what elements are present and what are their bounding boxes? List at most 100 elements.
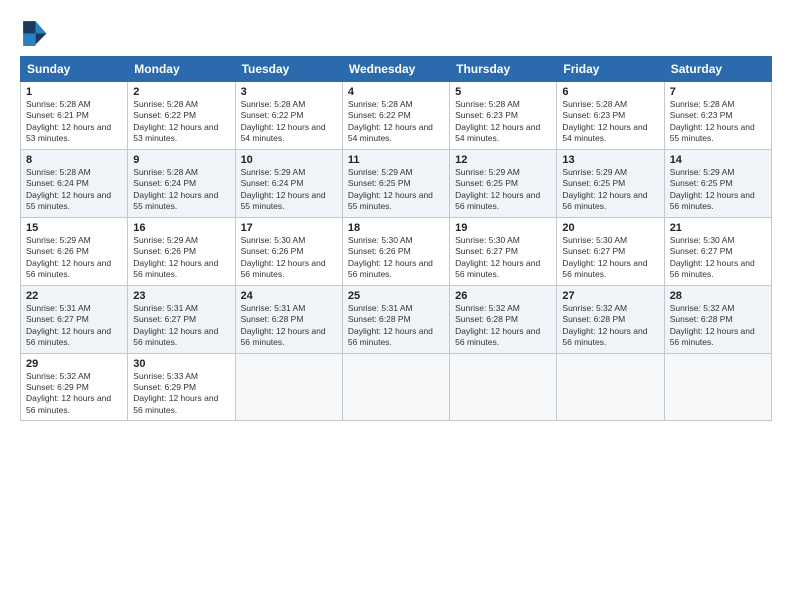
weekday-friday: Friday [557, 57, 664, 82]
day-info: Sunrise: 5:29 AMSunset: 6:25 PMDaylight:… [562, 167, 658, 213]
day-number: 8 [26, 154, 122, 166]
calendar-cell [450, 353, 557, 421]
calendar-cell: 3Sunrise: 5:28 AMSunset: 6:22 PMDaylight… [235, 82, 342, 150]
day-number: 20 [562, 222, 658, 234]
calendar-cell: 5Sunrise: 5:28 AMSunset: 6:23 PMDaylight… [450, 82, 557, 150]
day-info: Sunrise: 5:30 AMSunset: 6:27 PMDaylight:… [670, 235, 766, 281]
day-number: 6 [562, 86, 658, 98]
day-number: 14 [670, 154, 766, 166]
calendar-cell: 27Sunrise: 5:32 AMSunset: 6:28 PMDayligh… [557, 285, 664, 353]
weekday-header-row: SundayMondayTuesdayWednesdayThursdayFrid… [21, 57, 772, 82]
calendar-cell: 24Sunrise: 5:31 AMSunset: 6:28 PMDayligh… [235, 285, 342, 353]
day-number: 24 [241, 290, 337, 302]
calendar-cell: 19Sunrise: 5:30 AMSunset: 6:27 PMDayligh… [450, 217, 557, 285]
header [20, 18, 772, 46]
calendar-cell: 30Sunrise: 5:33 AMSunset: 6:29 PMDayligh… [128, 353, 235, 421]
calendar-cell [235, 353, 342, 421]
day-number: 25 [348, 290, 444, 302]
day-info: Sunrise: 5:28 AMSunset: 6:24 PMDaylight:… [133, 167, 229, 213]
calendar-cell [664, 353, 771, 421]
day-info: Sunrise: 5:30 AMSunset: 6:26 PMDaylight:… [348, 235, 444, 281]
day-number: 22 [26, 290, 122, 302]
day-info: Sunrise: 5:31 AMSunset: 6:27 PMDaylight:… [26, 303, 122, 349]
day-info: Sunrise: 5:30 AMSunset: 6:27 PMDaylight:… [455, 235, 551, 281]
day-number: 2 [133, 86, 229, 98]
calendar-cell: 14Sunrise: 5:29 AMSunset: 6:25 PMDayligh… [664, 149, 771, 217]
calendar-cell: 22Sunrise: 5:31 AMSunset: 6:27 PMDayligh… [21, 285, 128, 353]
calendar-cell: 25Sunrise: 5:31 AMSunset: 6:28 PMDayligh… [342, 285, 449, 353]
calendar-cell: 10Sunrise: 5:29 AMSunset: 6:24 PMDayligh… [235, 149, 342, 217]
calendar-cell: 8Sunrise: 5:28 AMSunset: 6:24 PMDaylight… [21, 149, 128, 217]
day-number: 30 [133, 358, 229, 370]
weekday-tuesday: Tuesday [235, 57, 342, 82]
calendar-table: SundayMondayTuesdayWednesdayThursdayFrid… [20, 56, 772, 421]
day-info: Sunrise: 5:30 AMSunset: 6:27 PMDaylight:… [562, 235, 658, 281]
week-row-4: 22Sunrise: 5:31 AMSunset: 6:27 PMDayligh… [21, 285, 772, 353]
day-info: Sunrise: 5:28 AMSunset: 6:22 PMDaylight:… [241, 99, 337, 145]
weekday-monday: Monday [128, 57, 235, 82]
day-info: Sunrise: 5:29 AMSunset: 6:26 PMDaylight:… [26, 235, 122, 281]
day-info: Sunrise: 5:33 AMSunset: 6:29 PMDaylight:… [133, 371, 229, 417]
day-info: Sunrise: 5:28 AMSunset: 6:23 PMDaylight:… [562, 99, 658, 145]
day-number: 23 [133, 290, 229, 302]
day-info: Sunrise: 5:28 AMSunset: 6:22 PMDaylight:… [348, 99, 444, 145]
day-number: 16 [133, 222, 229, 234]
calendar-cell: 23Sunrise: 5:31 AMSunset: 6:27 PMDayligh… [128, 285, 235, 353]
weekday-thursday: Thursday [450, 57, 557, 82]
calendar-cell: 9Sunrise: 5:28 AMSunset: 6:24 PMDaylight… [128, 149, 235, 217]
week-row-1: 1Sunrise: 5:28 AMSunset: 6:21 PMDaylight… [21, 82, 772, 150]
day-info: Sunrise: 5:32 AMSunset: 6:28 PMDaylight:… [670, 303, 766, 349]
day-number: 12 [455, 154, 551, 166]
calendar-cell: 20Sunrise: 5:30 AMSunset: 6:27 PMDayligh… [557, 217, 664, 285]
calendar-cell: 16Sunrise: 5:29 AMSunset: 6:26 PMDayligh… [128, 217, 235, 285]
day-info: Sunrise: 5:29 AMSunset: 6:25 PMDaylight:… [670, 167, 766, 213]
day-info: Sunrise: 5:31 AMSunset: 6:28 PMDaylight:… [241, 303, 337, 349]
day-number: 26 [455, 290, 551, 302]
page: SundayMondayTuesdayWednesdayThursdayFrid… [0, 0, 792, 612]
day-info: Sunrise: 5:28 AMSunset: 6:23 PMDaylight:… [455, 99, 551, 145]
day-info: Sunrise: 5:29 AMSunset: 6:25 PMDaylight:… [348, 167, 444, 213]
calendar-cell: 11Sunrise: 5:29 AMSunset: 6:25 PMDayligh… [342, 149, 449, 217]
calendar-cell: 28Sunrise: 5:32 AMSunset: 6:28 PMDayligh… [664, 285, 771, 353]
calendar-cell: 6Sunrise: 5:28 AMSunset: 6:23 PMDaylight… [557, 82, 664, 150]
calendar-cell: 2Sunrise: 5:28 AMSunset: 6:22 PMDaylight… [128, 82, 235, 150]
day-info: Sunrise: 5:32 AMSunset: 6:28 PMDaylight:… [562, 303, 658, 349]
day-info: Sunrise: 5:28 AMSunset: 6:22 PMDaylight:… [133, 99, 229, 145]
day-number: 29 [26, 358, 122, 370]
day-info: Sunrise: 5:29 AMSunset: 6:26 PMDaylight:… [133, 235, 229, 281]
week-row-5: 29Sunrise: 5:32 AMSunset: 6:29 PMDayligh… [21, 353, 772, 421]
weekday-sunday: Sunday [21, 57, 128, 82]
calendar-cell: 7Sunrise: 5:28 AMSunset: 6:23 PMDaylight… [664, 82, 771, 150]
day-info: Sunrise: 5:31 AMSunset: 6:27 PMDaylight:… [133, 303, 229, 349]
week-row-2: 8Sunrise: 5:28 AMSunset: 6:24 PMDaylight… [21, 149, 772, 217]
day-number: 15 [26, 222, 122, 234]
calendar-cell: 21Sunrise: 5:30 AMSunset: 6:27 PMDayligh… [664, 217, 771, 285]
calendar-cell: 26Sunrise: 5:32 AMSunset: 6:28 PMDayligh… [450, 285, 557, 353]
day-number: 7 [670, 86, 766, 98]
day-info: Sunrise: 5:32 AMSunset: 6:29 PMDaylight:… [26, 371, 122, 417]
day-info: Sunrise: 5:30 AMSunset: 6:26 PMDaylight:… [241, 235, 337, 281]
day-number: 21 [670, 222, 766, 234]
week-row-3: 15Sunrise: 5:29 AMSunset: 6:26 PMDayligh… [21, 217, 772, 285]
day-info: Sunrise: 5:28 AMSunset: 6:24 PMDaylight:… [26, 167, 122, 213]
day-number: 11 [348, 154, 444, 166]
calendar-cell: 18Sunrise: 5:30 AMSunset: 6:26 PMDayligh… [342, 217, 449, 285]
day-number: 9 [133, 154, 229, 166]
day-info: Sunrise: 5:31 AMSunset: 6:28 PMDaylight:… [348, 303, 444, 349]
day-number: 19 [455, 222, 551, 234]
calendar-cell: 29Sunrise: 5:32 AMSunset: 6:29 PMDayligh… [21, 353, 128, 421]
logo [20, 18, 52, 46]
day-number: 10 [241, 154, 337, 166]
calendar-cell: 4Sunrise: 5:28 AMSunset: 6:22 PMDaylight… [342, 82, 449, 150]
day-number: 5 [455, 86, 551, 98]
day-number: 17 [241, 222, 337, 234]
calendar-cell: 1Sunrise: 5:28 AMSunset: 6:21 PMDaylight… [21, 82, 128, 150]
day-info: Sunrise: 5:29 AMSunset: 6:24 PMDaylight:… [241, 167, 337, 213]
day-number: 28 [670, 290, 766, 302]
calendar-cell: 12Sunrise: 5:29 AMSunset: 6:25 PMDayligh… [450, 149, 557, 217]
day-number: 1 [26, 86, 122, 98]
day-info: Sunrise: 5:32 AMSunset: 6:28 PMDaylight:… [455, 303, 551, 349]
calendar-cell [557, 353, 664, 421]
calendar-cell: 15Sunrise: 5:29 AMSunset: 6:26 PMDayligh… [21, 217, 128, 285]
weekday-wednesday: Wednesday [342, 57, 449, 82]
